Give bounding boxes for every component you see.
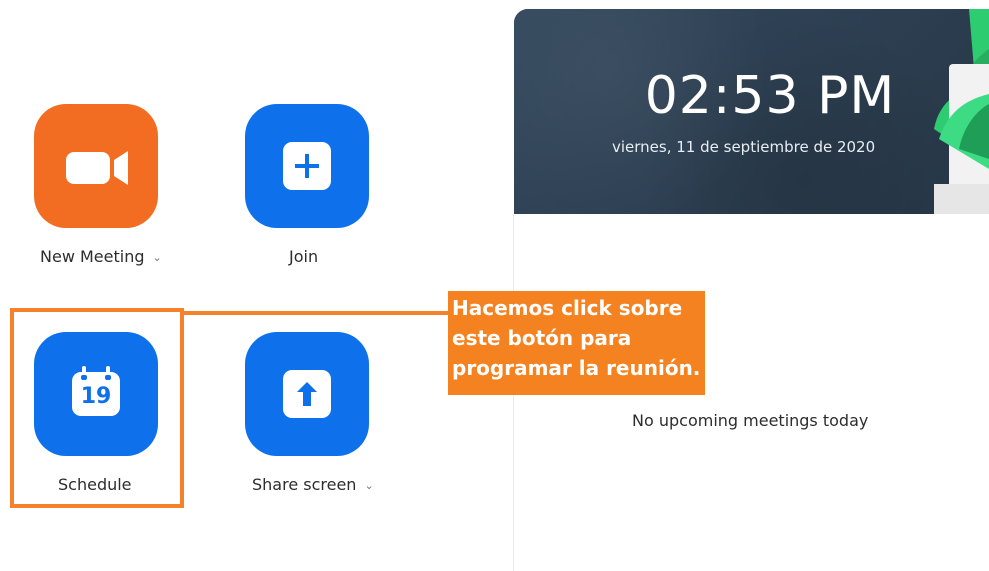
clock-date: viernes, 11 de septiembre de 2020 xyxy=(612,138,876,156)
schedule-highlight-box xyxy=(10,308,184,508)
join-button[interactable] xyxy=(245,104,369,228)
share-screen-label[interactable]: Share screen ⌄ xyxy=(252,475,374,494)
up-arrow-icon xyxy=(283,370,331,418)
join-label: Join xyxy=(289,247,319,266)
callout-line: Hacemos click sobre xyxy=(452,296,683,320)
annotation-callout: Hacemos click sobre este botón para prog… xyxy=(448,291,705,395)
callout-line: programar la reunión. xyxy=(452,356,701,380)
plus-icon xyxy=(283,142,331,190)
video-camera-icon xyxy=(66,151,128,185)
callout-connector xyxy=(184,311,448,315)
clock-time: 02:53 PM xyxy=(644,66,896,126)
new-meeting-label[interactable]: New Meeting ⌄ xyxy=(40,247,162,266)
callout-line: este botón para xyxy=(452,326,632,350)
share-screen-button[interactable] xyxy=(245,332,369,456)
chevron-down-icon[interactable]: ⌄ xyxy=(153,251,162,264)
chevron-down-icon[interactable]: ⌄ xyxy=(364,479,373,492)
no-meetings-message: No upcoming meetings today xyxy=(632,411,869,430)
new-meeting-button[interactable] xyxy=(34,104,158,228)
